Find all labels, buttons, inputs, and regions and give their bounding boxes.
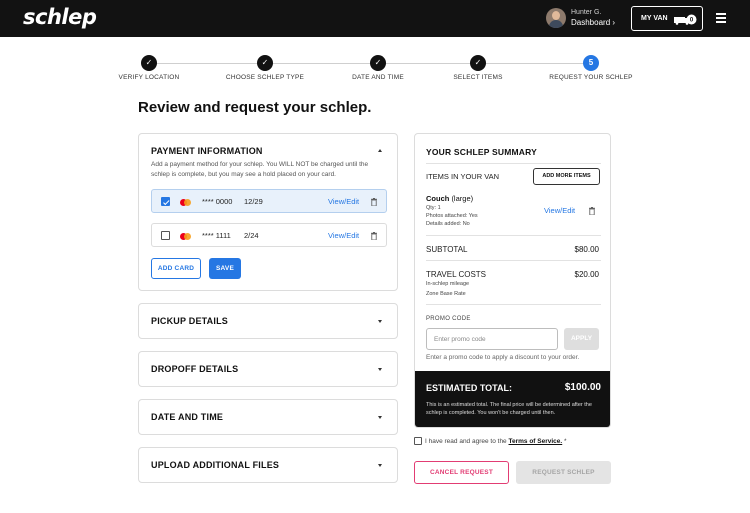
payment-method-checkbox[interactable] — [161, 197, 170, 206]
chevron-down-icon[interactable] — [378, 368, 382, 371]
check-icon: ✓ — [370, 55, 386, 71]
upload-additional-files-section[interactable]: UPLOAD ADDITIONAL FILES — [138, 447, 398, 483]
avatar — [546, 8, 566, 28]
divider — [426, 163, 601, 164]
user-menu[interactable]: Hunter G. Dashboard › — [546, 8, 622, 30]
payment-method-row[interactable]: **** 1111 2/24 View/Edit — [151, 223, 387, 247]
estimated-total-panel: ESTIMATED TOTAL: $100.00 This is an esti… — [415, 371, 610, 427]
item-view-edit-link[interactable]: View/Edit — [544, 206, 575, 215]
payment-title[interactable]: PAYMENT INFORMATION — [151, 146, 263, 156]
schlep-summary: YOUR SCHLEP SUMMARY ITEMS IN YOUR VAN AD… — [414, 133, 611, 428]
promo-code-label: PROMO CODE — [426, 316, 471, 322]
divider — [426, 304, 601, 305]
trash-icon[interactable] — [371, 232, 377, 240]
subtotal-value: $80.00 — [574, 245, 599, 254]
item-qty: Qty: 1 — [426, 205, 441, 211]
step-label: SELECT ITEMS — [453, 74, 503, 81]
payment-information-section: PAYMENT INFORMATION Add a payment method… — [138, 133, 398, 291]
cancel-request-button[interactable]: CANCEL REQUEST — [414, 461, 509, 484]
payment-method-checkbox[interactable] — [161, 231, 170, 240]
terms-checkbox[interactable] — [414, 437, 422, 445]
item-details: Details added: No — [426, 221, 470, 227]
card-expiry: 12/29 — [244, 197, 263, 206]
estimated-total-value: $100.00 — [564, 382, 601, 393]
step-select-items: ✓ SELECT ITEMS — [418, 55, 538, 81]
view-edit-link[interactable]: View/Edit — [328, 231, 359, 240]
payment-description: Add a payment method for your schlep. Yo… — [151, 161, 369, 178]
step-label: VERIFY LOCATION — [118, 74, 180, 81]
section-title: DATE AND TIME — [151, 412, 224, 422]
payment-method-row[interactable]: **** 0000 12/29 View/Edit — [151, 189, 387, 213]
summary-title: YOUR SCHLEP SUMMARY — [426, 147, 538, 157]
apply-button[interactable]: APPLY — [564, 328, 599, 350]
chevron-down-icon[interactable] — [378, 464, 382, 467]
top-bar: schlep Hunter G. Dashboard › MY VAN 0 — [0, 0, 750, 37]
trash-icon[interactable] — [371, 198, 377, 206]
view-edit-link[interactable]: View/Edit — [328, 197, 359, 206]
card-number: **** 0000 — [202, 197, 233, 206]
section-title: UPLOAD ADDITIONAL FILES — [151, 460, 280, 470]
request-schlep-button[interactable]: REQUEST SCHLEP — [516, 461, 611, 484]
check-icon: ✓ — [257, 55, 273, 71]
divider — [426, 260, 601, 261]
terms-text: I have read and agree to the — [425, 438, 507, 445]
pickup-details-section[interactable]: PICKUP DETAILS — [138, 303, 398, 339]
travel-zone-rate: Zone Base Rate — [426, 291, 466, 297]
mastercard-icon — [180, 233, 191, 240]
step-label: CHOOSE SCHLEP TYPE — [225, 74, 305, 81]
check-icon: ✓ — [470, 55, 486, 71]
estimated-total-note: This is an estimated total. The final pr… — [426, 402, 592, 416]
dropoff-details-section[interactable]: DROPOFF DETAILS — [138, 351, 398, 387]
items-in-van-label: ITEMS IN YOUR VAN — [426, 172, 500, 181]
terms-of-service-link[interactable]: Terms of Service. — [509, 438, 563, 445]
my-van-button[interactable]: MY VAN 0 — [631, 6, 703, 31]
item-name: Couch (large) — [426, 194, 474, 203]
user-name: Hunter G. — [571, 9, 602, 16]
section-title: DROPOFF DETAILS — [151, 364, 239, 374]
subtotal-label: SUBTOTAL — [426, 245, 468, 254]
card-number: **** 1111 — [202, 231, 231, 240]
travel-mileage: In-schlep mileage — [426, 281, 470, 287]
step-label: REQUEST YOUR SCHLEP — [549, 74, 633, 81]
date-and-time-section[interactable]: DATE AND TIME — [138, 399, 398, 435]
dashboard-link[interactable]: Dashboard › — [571, 18, 615, 27]
chevron-down-icon[interactable] — [378, 416, 382, 419]
estimated-total-label: ESTIMATED TOTAL: — [426, 383, 512, 393]
required-mark: * — [564, 438, 567, 445]
step-number: 5 — [583, 55, 599, 71]
trash-icon[interactable] — [589, 207, 595, 215]
promo-help-text: Enter a promo code to apply a discount t… — [426, 354, 580, 361]
my-van-label: MY VAN — [641, 15, 668, 22]
add-more-items-button[interactable]: ADD MORE ITEMS — [533, 168, 600, 185]
page-title: Review and request your schlep. — [138, 99, 372, 116]
travel-costs-label: TRAVEL COSTS — [426, 270, 487, 279]
promo-code-input[interactable] — [426, 328, 558, 350]
mastercard-icon — [180, 199, 191, 206]
step-request-your-schlep: 5 REQUEST YOUR SCHLEP — [531, 55, 651, 81]
item-photos: Photos attached: Yes — [426, 213, 478, 219]
terms-agreement: I have read and agree to the Terms of Se… — [414, 437, 567, 445]
step-choose-schlep-type: ✓ CHOOSE SCHLEP TYPE — [205, 55, 325, 81]
van-icon: 0 — [674, 14, 697, 25]
chevron-down-icon[interactable] — [378, 320, 382, 323]
section-title: PICKUP DETAILS — [151, 316, 228, 326]
chevron-up-icon[interactable] — [378, 149, 382, 152]
save-button[interactable]: SAVE — [209, 258, 241, 279]
hamburger-menu-icon[interactable] — [716, 13, 726, 23]
check-icon: ✓ — [141, 55, 157, 71]
step-verify-location: ✓ VERIFY LOCATION — [89, 55, 209, 81]
divider — [426, 235, 601, 236]
chevron-right-icon: › — [612, 18, 616, 27]
card-expiry: 2/24 — [244, 231, 259, 240]
travel-costs-value: $20.00 — [574, 270, 599, 279]
add-card-button[interactable]: ADD CARD — [151, 258, 201, 279]
logo[interactable]: schlep — [23, 5, 97, 29]
